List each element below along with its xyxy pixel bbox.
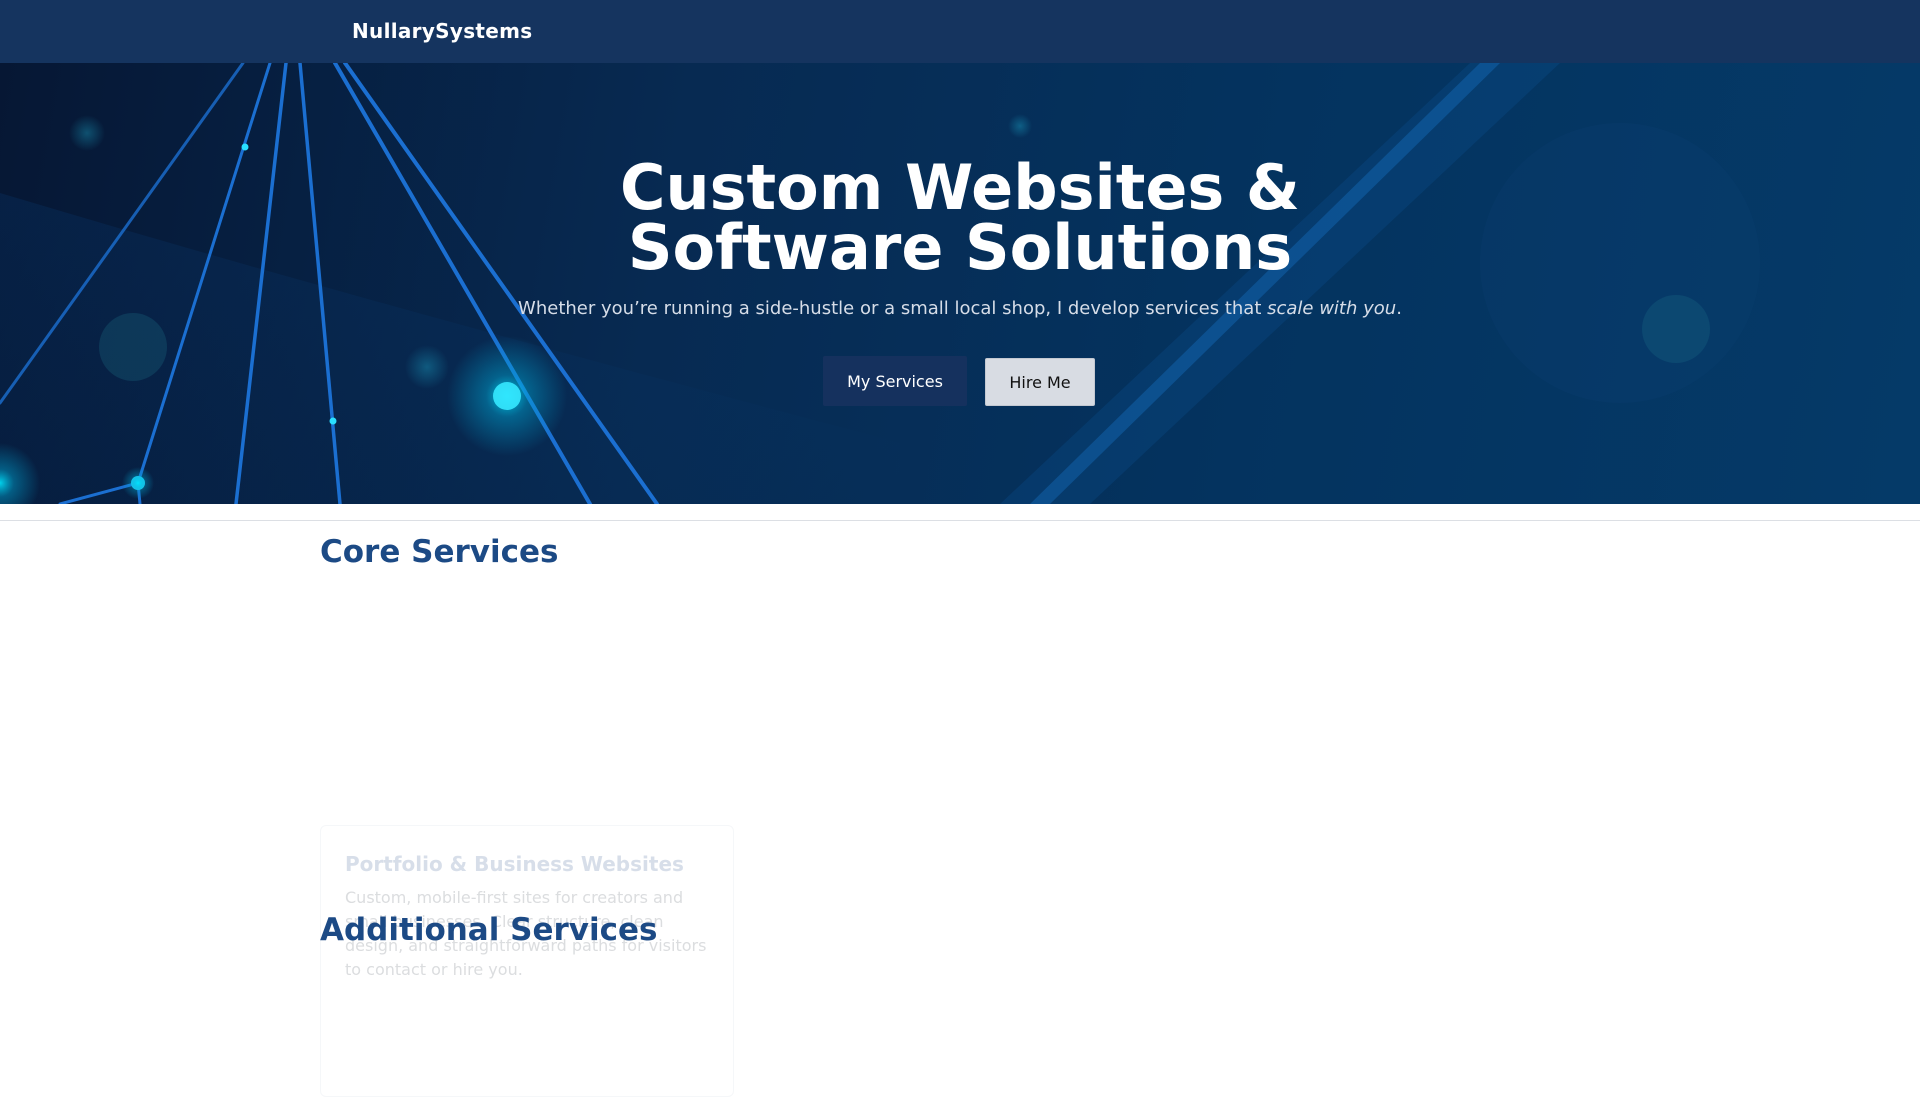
brand-logo[interactable]: NullarySystems [352,19,533,43]
hero-title-line-2: Software Solutions [627,211,1293,284]
section-divider [0,520,1920,521]
service-card-title: Portfolio & Business Websites [345,852,684,876]
hero-title: Custom Websites & Software Solutions [0,157,1920,279]
hire-me-button[interactable]: Hire Me [985,358,1095,406]
hero-subtitle-end: . [1396,298,1402,319]
hero-subtitle-text: Whether you’re running a side-hustle or … [518,298,1268,319]
hero-section: Custom Websites & Software Solutions Whe… [0,63,1920,504]
service-card-portfolio[interactable]: Portfolio & Business Websites Custom, mo… [320,825,734,1097]
top-navbar: NullarySystems [0,0,1920,63]
hero-subtitle: Whether you’re running a side-hustle or … [0,298,1920,319]
hero-subtitle-emphasis: scale with you [1267,298,1397,319]
my-services-button[interactable]: My Services [823,356,967,406]
core-services-heading: Core Services [320,534,559,570]
additional-services-heading: Additional Services [320,912,658,948]
